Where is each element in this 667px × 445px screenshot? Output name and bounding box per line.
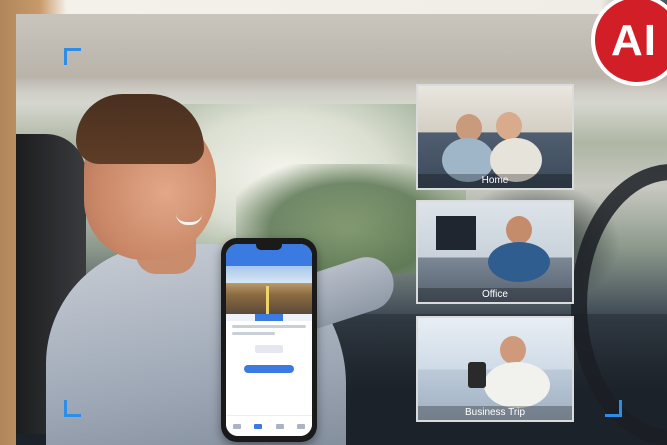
scene-label-office: Office [418,288,572,302]
scene-label-home: Home [418,174,572,188]
scene-label-business-trip: Business Trip [418,406,572,420]
app-tab-bar [226,415,312,436]
app-info-line [232,332,275,335]
app-tabs [226,314,312,321]
phone-screen [226,244,312,436]
office-scene-image [418,202,572,302]
tab-icon [232,423,241,429]
focus-bracket-top-left [64,48,81,65]
app-chip [255,345,283,353]
ad-image: Home Office Business Trip AI [0,0,667,445]
scene-card-home: Home [416,84,574,190]
scene-card-business-trip: Business Trip [416,316,574,422]
driver-photo: Home Office Business Trip [16,14,667,445]
scene-card-office: Office [416,200,574,304]
dashcam-live-view [226,266,312,314]
ai-badge-text: AI [611,16,657,65]
app-action-button [244,365,294,373]
home-scene-image [418,86,572,188]
tab-icon [297,423,306,429]
smartphone [221,238,317,442]
tab-icon [254,423,263,429]
focus-bracket-bottom-right [605,400,622,417]
tab-icon [275,423,284,429]
phone-notch [256,244,282,250]
app-info-line [232,325,306,328]
focus-bracket-bottom-left [64,400,81,417]
business-trip-scene-image [418,318,572,420]
